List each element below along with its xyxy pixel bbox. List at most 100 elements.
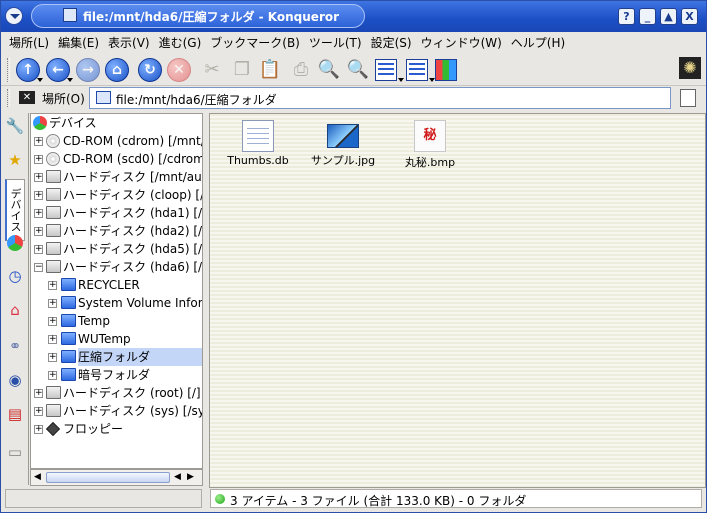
scroll-right-icon[interactable]: ▶ xyxy=(187,472,194,482)
expand-icon[interactable]: + xyxy=(34,407,43,416)
notes-icon[interactable]: ▭ xyxy=(4,441,26,463)
forward-icon[interactable]: → xyxy=(76,58,100,82)
expand-icon[interactable]: + xyxy=(48,281,57,290)
tree-item-selected[interactable]: + 圧縮フォルダ xyxy=(31,348,202,366)
zoom-in-icon[interactable]: 🔍 xyxy=(316,57,342,83)
chevron-down-icon[interactable] xyxy=(67,78,73,82)
expand-icon[interactable]: + xyxy=(34,155,43,164)
list-view-icon[interactable] xyxy=(406,59,428,81)
window-menu-button[interactable] xyxy=(5,7,23,25)
scroll-left-icon[interactable]: ◀ xyxy=(174,472,181,482)
collapse-icon[interactable]: − xyxy=(34,263,43,272)
status-indicator-icon[interactable] xyxy=(215,494,225,504)
expand-icon[interactable]: + xyxy=(34,173,43,182)
reload-icon[interactable]: ↻ xyxy=(138,58,162,82)
location-label: 場所(O) xyxy=(42,92,85,106)
minimize-button[interactable]: _ xyxy=(639,8,656,25)
menu-go[interactable]: 進む(G) xyxy=(159,34,202,51)
folder-icon xyxy=(61,332,76,345)
help-button[interactable]: ? xyxy=(618,8,635,25)
menu-window[interactable]: ウィンドウ(W) xyxy=(421,34,502,51)
tree-horizontal-scrollbar[interactable]: ◀ ◀ ▶ xyxy=(30,469,203,486)
menu-bookmarks[interactable]: ブックマーク(B) xyxy=(210,34,300,51)
harddisk-icon xyxy=(46,170,61,183)
device-tree[interactable]: デバイス + CD-ROM (cdrom) [/mnt/au + CD-ROM … xyxy=(30,113,203,469)
location-input[interactable]: file:/mnt/hda6/圧縮フォルダ xyxy=(89,87,671,109)
file-item[interactable]: サンプル.jpg xyxy=(303,120,383,168)
file-item[interactable]: Thumbs.db xyxy=(218,120,298,167)
menu-location[interactable]: 場所(L) xyxy=(9,34,49,51)
file-icon-view[interactable]: Thumbs.db サンプル.jpg 秘 丸秘.bmp xyxy=(209,113,706,488)
menu-bar: 場所(L) 編集(E) 表示(V) 進む(G) ブックマーク(B) ツール(T)… xyxy=(1,32,706,52)
document-icon xyxy=(242,120,274,152)
harddisk-icon xyxy=(46,188,61,201)
paste-icon[interactable]: 📋 xyxy=(257,57,283,83)
bitmap-icon: 秘 xyxy=(414,120,446,152)
floppy-icon xyxy=(45,421,61,437)
sidebar-tabs: 🔧 ★ デバイス ◷ ⌂ ⚭ ◉ ▤ ▭ xyxy=(1,113,29,485)
expand-icon[interactable]: + xyxy=(34,245,43,254)
folder-icon xyxy=(96,91,111,104)
toolbar-grip[interactable] xyxy=(7,89,10,107)
file-name: Thumbs.db xyxy=(227,154,289,167)
menu-tools[interactable]: ツール(T) xyxy=(309,34,362,51)
file-item[interactable]: 秘 丸秘.bmp xyxy=(390,120,470,170)
expand-icon[interactable]: + xyxy=(48,317,57,326)
chevron-down-icon[interactable] xyxy=(398,78,404,82)
expand-icon[interactable]: + xyxy=(34,137,43,146)
services-icon[interactable]: ◉ xyxy=(4,369,26,391)
bookmarks-star-icon[interactable]: ★ xyxy=(4,149,26,171)
status-text: 3 アイテム - 3 ファイル (合計 133.0 KB) - 0 フォルダ xyxy=(230,494,527,508)
cut-icon[interactable]: ✂ xyxy=(199,57,225,83)
cdrom-icon xyxy=(46,152,60,166)
folder-icon xyxy=(61,368,76,381)
sidebar-config-icon[interactable]: 🔧 xyxy=(4,115,26,137)
file-name: 丸秘.bmp xyxy=(404,156,456,169)
root-folder-icon[interactable]: ▤ xyxy=(4,403,26,425)
go-button[interactable] xyxy=(680,89,696,107)
devices-icon[interactable] xyxy=(7,235,23,251)
network-icon[interactable]: ⚭ xyxy=(4,335,26,357)
toolbar-grip[interactable] xyxy=(7,58,10,82)
folder-icon xyxy=(61,350,76,363)
home-icon[interactable]: ⌂ xyxy=(105,58,129,82)
folder-icon xyxy=(61,278,76,291)
cdrom-icon xyxy=(46,134,60,148)
zoom-out-icon[interactable]: 🔍 xyxy=(345,57,371,83)
expand-icon[interactable]: + xyxy=(34,227,43,236)
menu-settings[interactable]: 設定(S) xyxy=(371,34,412,51)
chevron-down-icon[interactable] xyxy=(37,78,43,82)
menu-view[interactable]: 表示(V) xyxy=(108,34,150,51)
history-clock-icon[interactable]: ◷ xyxy=(4,265,26,287)
location-value[interactable]: file:/mnt/hda6/圧縮フォルダ xyxy=(116,91,277,108)
konqueror-throbber-icon[interactable]: ✺ xyxy=(679,57,701,79)
scrollbar-thumb[interactable] xyxy=(46,472,170,483)
location-bar: ✕ 場所(O) file:/mnt/hda6/圧縮フォルダ xyxy=(1,87,706,109)
tab-devices[interactable]: デバイス xyxy=(5,179,25,241)
expand-icon[interactable]: + xyxy=(48,299,57,308)
main-toolbar: ↑ ← → ⌂ ↻ ✕ ✂ ❐ 📋 ⎙ 🔍 🔍 xyxy=(1,54,706,86)
copy-icon[interactable]: ❐ xyxy=(229,57,255,83)
expand-icon[interactable]: + xyxy=(34,191,43,200)
menu-help[interactable]: ヘルプ(H) xyxy=(511,34,565,51)
expand-icon[interactable]: + xyxy=(48,371,57,380)
print-icon[interactable]: ⎙ xyxy=(288,57,314,83)
clear-location-icon[interactable]: ✕ xyxy=(19,91,35,104)
expand-icon[interactable]: + xyxy=(48,335,57,344)
split-view-icon[interactable] xyxy=(435,59,457,81)
harddisk-icon xyxy=(46,242,61,255)
expand-icon[interactable]: + xyxy=(34,389,43,398)
icon-view-icon[interactable] xyxy=(375,59,397,81)
maximize-button[interactable]: ▲ xyxy=(660,8,677,25)
home-folder-icon[interactable]: ⌂ xyxy=(4,299,26,321)
expand-icon[interactable]: + xyxy=(34,425,43,434)
konqueror-window: file:/mnt/hda6/圧縮フォルダ - Konqueror ? _ ▲ … xyxy=(0,0,707,513)
title-bar[interactable]: file:/mnt/hda6/圧縮フォルダ - Konqueror ? _ ▲ … xyxy=(1,1,706,32)
expand-icon[interactable]: + xyxy=(34,209,43,218)
close-button[interactable]: X xyxy=(681,8,698,25)
scroll-left-icon[interactable]: ◀ xyxy=(34,472,41,482)
folder-icon xyxy=(61,296,76,309)
menu-edit[interactable]: 編集(E) xyxy=(58,34,99,51)
expand-icon[interactable]: + xyxy=(48,353,57,362)
stop-icon[interactable]: ✕ xyxy=(167,58,191,82)
